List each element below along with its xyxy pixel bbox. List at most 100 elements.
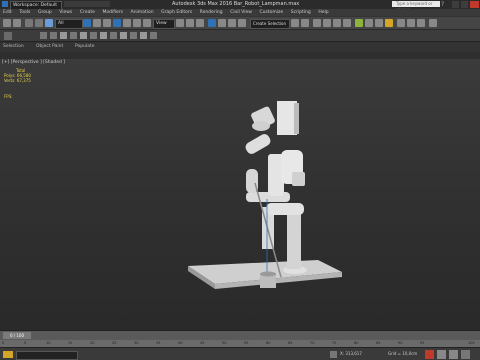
- rendered-frame-icon[interactable]: [375, 19, 383, 27]
- time-slider[interactable]: 0 / 100: [0, 330, 480, 340]
- render-production-icon[interactable]: [385, 19, 393, 27]
- menu-item-civil-view[interactable]: Civil View: [227, 9, 255, 16]
- ribbon-tool-icon[interactable]: [130, 32, 137, 39]
- main-toolbar: All View Create Selection Se: [0, 16, 480, 34]
- tick-label: 10: [46, 341, 51, 345]
- mirror-icon[interactable]: [291, 19, 299, 27]
- ribbon-tool-icon[interactable]: [110, 32, 117, 39]
- time-slider-thumb[interactable]: 0 / 100: [3, 332, 31, 339]
- schematic-view-icon[interactable]: [343, 19, 351, 27]
- curve-editor-icon[interactable]: [333, 19, 341, 27]
- rotate-icon[interactable]: [133, 19, 141, 27]
- menu-item-create[interactable]: Create: [77, 9, 98, 16]
- redo-icon[interactable]: [13, 19, 21, 27]
- menu-item-scripting[interactable]: Scripting: [288, 9, 314, 16]
- tick-label: 15: [68, 341, 73, 345]
- spinner-snap-icon[interactable]: [238, 19, 246, 27]
- ribbon-modeling-icon[interactable]: [4, 32, 12, 40]
- graphite-toggle-icon[interactable]: [323, 19, 331, 27]
- ribbon-tool-icon[interactable]: [80, 32, 87, 39]
- ribbon-tool-icon[interactable]: [140, 32, 147, 39]
- robot-lampman-model[interactable]: [0, 59, 480, 330]
- search-input[interactable]: Type a keyword or phrase: [392, 1, 440, 12]
- maxscript-listener-icon[interactable]: [3, 351, 13, 358]
- a360-gallery-icon[interactable]: [429, 19, 437, 27]
- unlink-icon[interactable]: [35, 19, 43, 27]
- help-icon[interactable]: ?: [441, 1, 447, 8]
- play-animation-icon[interactable]: [449, 350, 458, 359]
- tick-label: 90: [398, 341, 403, 345]
- lamp-bulb-housing: [252, 121, 270, 131]
- reference-coord-dropdown[interactable]: View: [153, 19, 175, 29]
- ribbon-tool-icon[interactable]: [70, 32, 77, 39]
- perspective-viewport[interactable]: [+] [Perspective ] [Shaded ] Total Polys…: [0, 59, 480, 330]
- undo-icon[interactable]: [3, 19, 11, 27]
- snaps-toggle-icon[interactable]: [208, 19, 216, 27]
- title-bar: Workspace: Default Autodesk 3ds Max 2016…: [0, 0, 480, 12]
- align-icon[interactable]: [301, 19, 309, 27]
- select-manipulate-icon[interactable]: [186, 19, 194, 27]
- head-box-side: [294, 103, 299, 134]
- tick-label: 0: [2, 341, 5, 345]
- orbit-icon[interactable]: [461, 350, 470, 359]
- named-selection-set-dropdown[interactable]: Create Selection Se: [250, 19, 290, 34]
- lock-selection-icon[interactable]: [330, 351, 337, 358]
- select-object-icon[interactable]: [83, 19, 91, 27]
- menu-item-graph-editors[interactable]: Graph Editors: [158, 9, 195, 16]
- quick-access-toolbar[interactable]: [64, 1, 110, 7]
- ribbon-tool-icon[interactable]: [40, 32, 47, 39]
- pivot-center-icon[interactable]: [176, 19, 184, 27]
- percent-snap-icon[interactable]: [228, 19, 236, 27]
- menu-item-customize[interactable]: Customize: [257, 9, 287, 16]
- keyboard-shortcut-icon[interactable]: [196, 19, 204, 27]
- tick-label: 65: [288, 341, 293, 345]
- render-setup-icon[interactable]: [365, 19, 373, 27]
- menu-item-tools[interactable]: Tools: [16, 9, 33, 16]
- render-cloud-icon[interactable]: [417, 19, 425, 27]
- selection-filter-dropdown[interactable]: All: [55, 19, 83, 29]
- select-link-icon[interactable]: [25, 19, 33, 27]
- window-crossing-icon[interactable]: [113, 19, 121, 27]
- menu-item-group[interactable]: Group: [35, 9, 55, 16]
- ribbon-tool-icon[interactable]: [60, 32, 67, 39]
- minimize-button[interactable]: [452, 1, 459, 8]
- ribbon-tool-icon[interactable]: [150, 32, 157, 39]
- scale-icon[interactable]: [143, 19, 151, 27]
- layer-manager-icon[interactable]: [313, 19, 321, 27]
- ribbon-tool-icon[interactable]: [90, 32, 97, 39]
- ribbon-tool-icon[interactable]: [120, 32, 127, 39]
- ribbon-tool-icon[interactable]: [50, 32, 57, 39]
- close-button[interactable]: [470, 1, 479, 8]
- set-key-button[interactable]: [437, 350, 446, 359]
- maxscript-mini-listener[interactable]: [16, 351, 78, 360]
- tick-label: 75: [332, 341, 337, 345]
- tab-object-paint[interactable]: Object Paint: [36, 44, 63, 49]
- tick-label: 5: [24, 341, 27, 345]
- app-logo-icon[interactable]: [2, 1, 8, 7]
- ribbon-tool-icon[interactable]: [100, 32, 107, 39]
- menu-item-help[interactable]: Help: [315, 9, 331, 16]
- angle-snap-icon[interactable]: [218, 19, 226, 27]
- select-by-name-icon[interactable]: [93, 19, 101, 27]
- bind-space-warp-icon[interactable]: [45, 19, 53, 27]
- tick-label: 55: [244, 341, 249, 345]
- menu-item-rendering[interactable]: Rendering: [197, 9, 226, 16]
- tab-selection[interactable]: Selection: [3, 44, 24, 49]
- menu-item-animation[interactable]: Animation: [128, 9, 157, 16]
- auto-key-button[interactable]: [425, 350, 434, 359]
- tick-label: 20: [90, 341, 95, 345]
- maximize-button[interactable]: [461, 1, 468, 8]
- tab-populate[interactable]: Populate: [75, 44, 95, 49]
- move-icon[interactable]: [123, 19, 131, 27]
- tick-label: 100: [468, 341, 475, 345]
- material-editor-icon[interactable]: [355, 19, 363, 27]
- menu-item-views[interactable]: Views: [56, 9, 75, 16]
- menu-item-edit[interactable]: Edit: [0, 9, 15, 16]
- render-iterative-icon[interactable]: [397, 19, 405, 27]
- coord-x-readout[interactable]: X: 313,617: [340, 351, 362, 356]
- environment-icon[interactable]: [407, 19, 415, 27]
- tick-label: 80: [354, 341, 359, 345]
- knee-pipe: [266, 203, 304, 215]
- menu-item-modifiers[interactable]: Modifiers: [99, 9, 126, 16]
- region-select-icon[interactable]: [103, 19, 111, 27]
